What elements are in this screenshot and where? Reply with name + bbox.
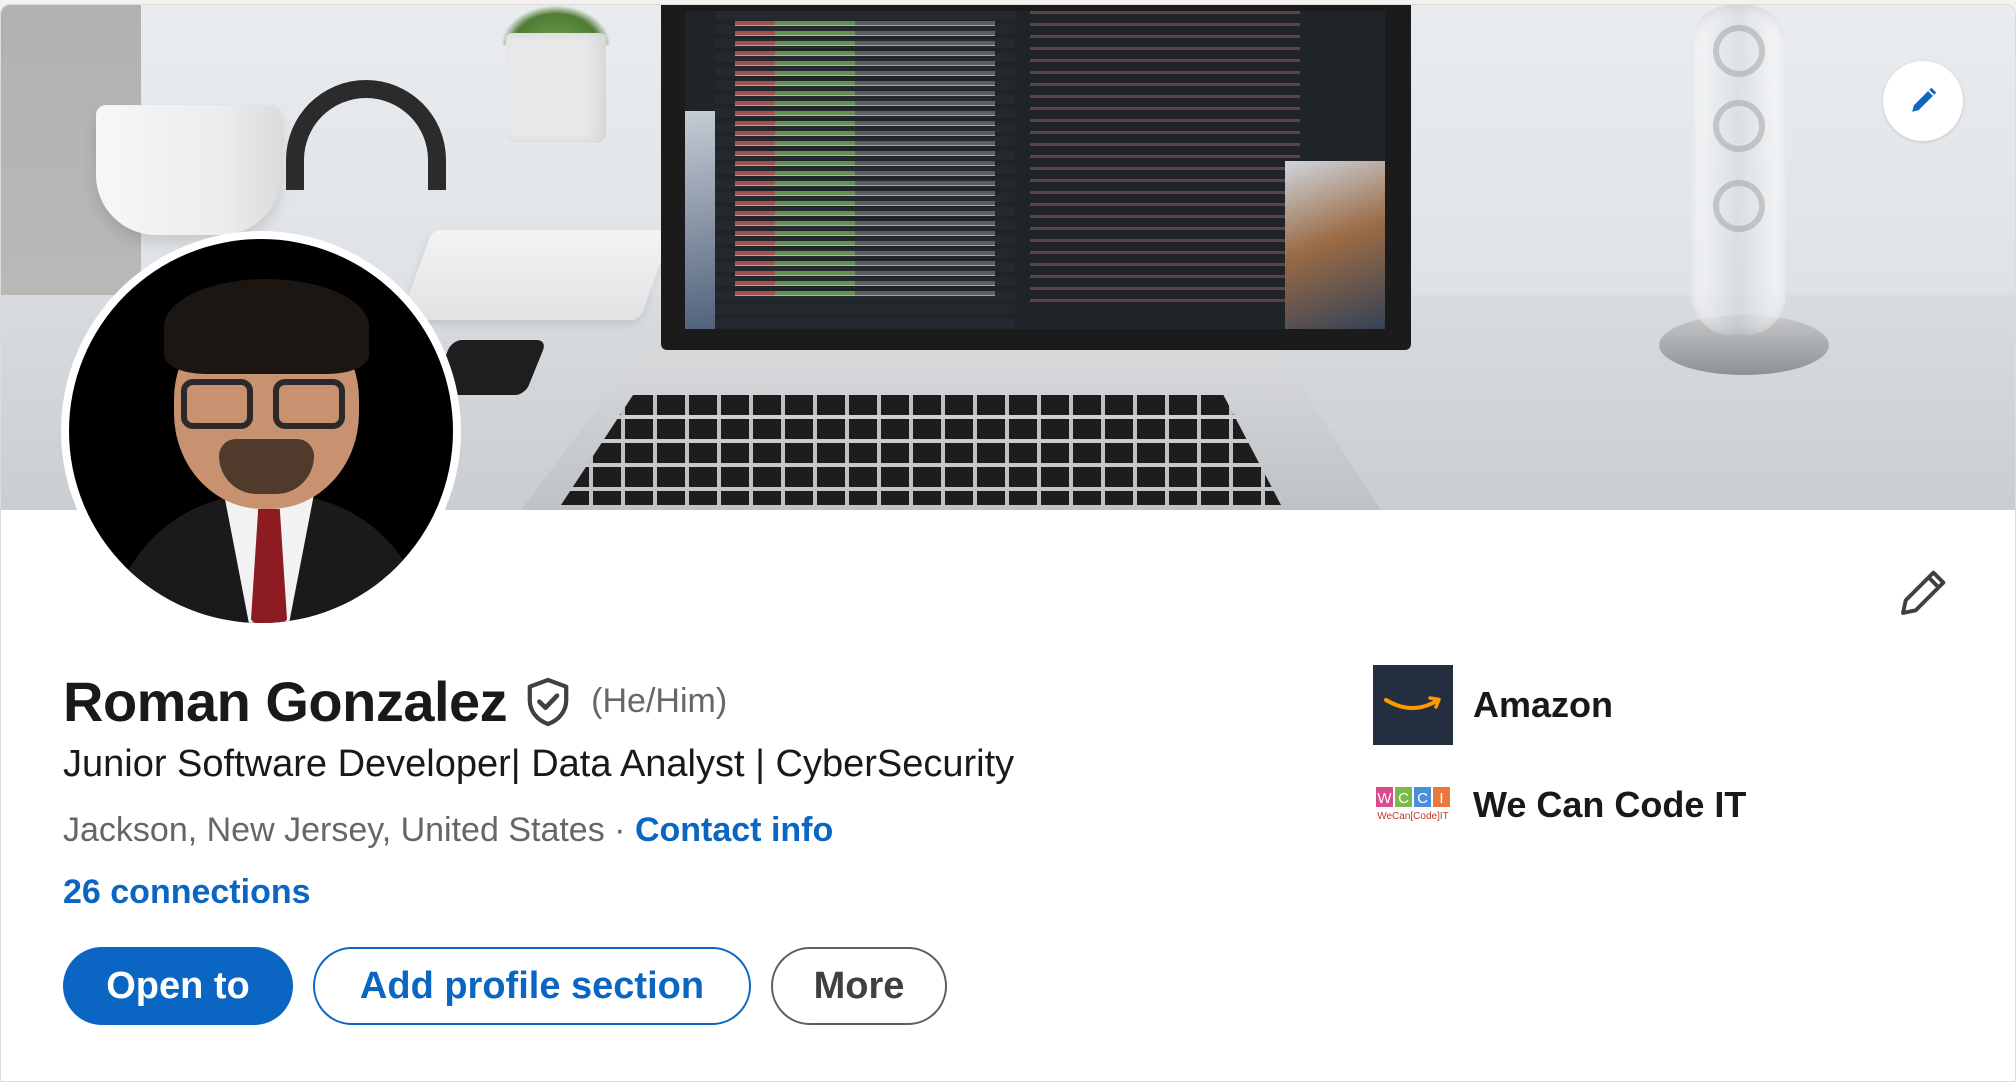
svg-text:W: W <box>1377 790 1392 807</box>
company-name: Amazon <box>1473 684 1614 725</box>
banner-headphones <box>286 80 446 190</box>
profile-photo[interactable] <box>61 231 461 631</box>
connections-link[interactable]: 26 connections <box>63 873 311 912</box>
display-code-pane-right <box>1030 11 1300 311</box>
pencil-icon <box>1901 570 1946 615</box>
edit-intro-button[interactable] <box>1893 563 1953 623</box>
banner-laptop-screen <box>661 5 1411 350</box>
amazon-logo <box>1373 665 1453 745</box>
company-list: Amazon W C C I WeCan[Code]IT We Can Code… <box>1373 665 1746 865</box>
profile-actions: Open to Add profile section More <box>63 947 947 1025</box>
banner-laptop-display <box>685 11 1385 329</box>
shield-check-icon[interactable] <box>525 676 573 728</box>
profile-name: Roman Gonzalez <box>63 670 508 733</box>
banner-keyboard <box>399 230 673 320</box>
contact-info-link[interactable]: Contact info <box>635 811 833 849</box>
display-code-lines <box>735 21 995 301</box>
company-name: We Can Code IT <box>1473 784 1747 825</box>
speaker-ring <box>1713 25 1765 77</box>
profile-location: Jackson, New Jersey, United States <box>63 811 605 849</box>
open-to-button[interactable]: Open to <box>63 947 293 1025</box>
company-item-we-can-code-it[interactable]: W C C I WeCan[Code]IT We Can Code IT <box>1373 765 1746 845</box>
name-row: Roman Gonzalez (He/Him) <box>63 669 727 734</box>
banner-plant-pot <box>506 33 606 143</box>
banner-laptop-keys <box>561 395 1281 505</box>
more-button[interactable]: More <box>771 947 947 1025</box>
speaker-ring <box>1713 100 1765 152</box>
edit-banner-button[interactable] <box>1883 61 1963 141</box>
add-profile-section-button[interactable]: Add profile section <box>313 947 751 1025</box>
pencil-icon <box>1912 87 1937 112</box>
speaker-ring <box>1713 180 1765 232</box>
location-row: Jackson, New Jersey, United States · Con… <box>63 811 833 850</box>
svg-text:C: C <box>1398 790 1409 807</box>
profile-pronouns: (He/Him) <box>591 682 728 720</box>
svg-text:C: C <box>1417 790 1428 807</box>
company-item-amazon[interactable]: Amazon <box>1373 665 1746 745</box>
wecancodeit-logo: W C C I WeCan[Code]IT <box>1373 765 1453 845</box>
banner-speaker <box>1691 5 1786 335</box>
profile-photo-image <box>69 239 453 623</box>
location-separator: · <box>604 811 635 849</box>
banner-mug <box>96 105 281 235</box>
profile-headline: Junior Software Developer| Data Analyst … <box>63 743 1015 785</box>
svg-text:I: I <box>1439 790 1443 807</box>
svg-text:WeCan[Code]IT: WeCan[Code]IT <box>1377 811 1449 822</box>
photo-glasses <box>181 379 351 431</box>
photo-hair <box>164 279 369 374</box>
profile-card: Roman Gonzalez (He/Him) Junior Software … <box>0 4 2016 1082</box>
display-wallpaper-right <box>1285 161 1385 329</box>
